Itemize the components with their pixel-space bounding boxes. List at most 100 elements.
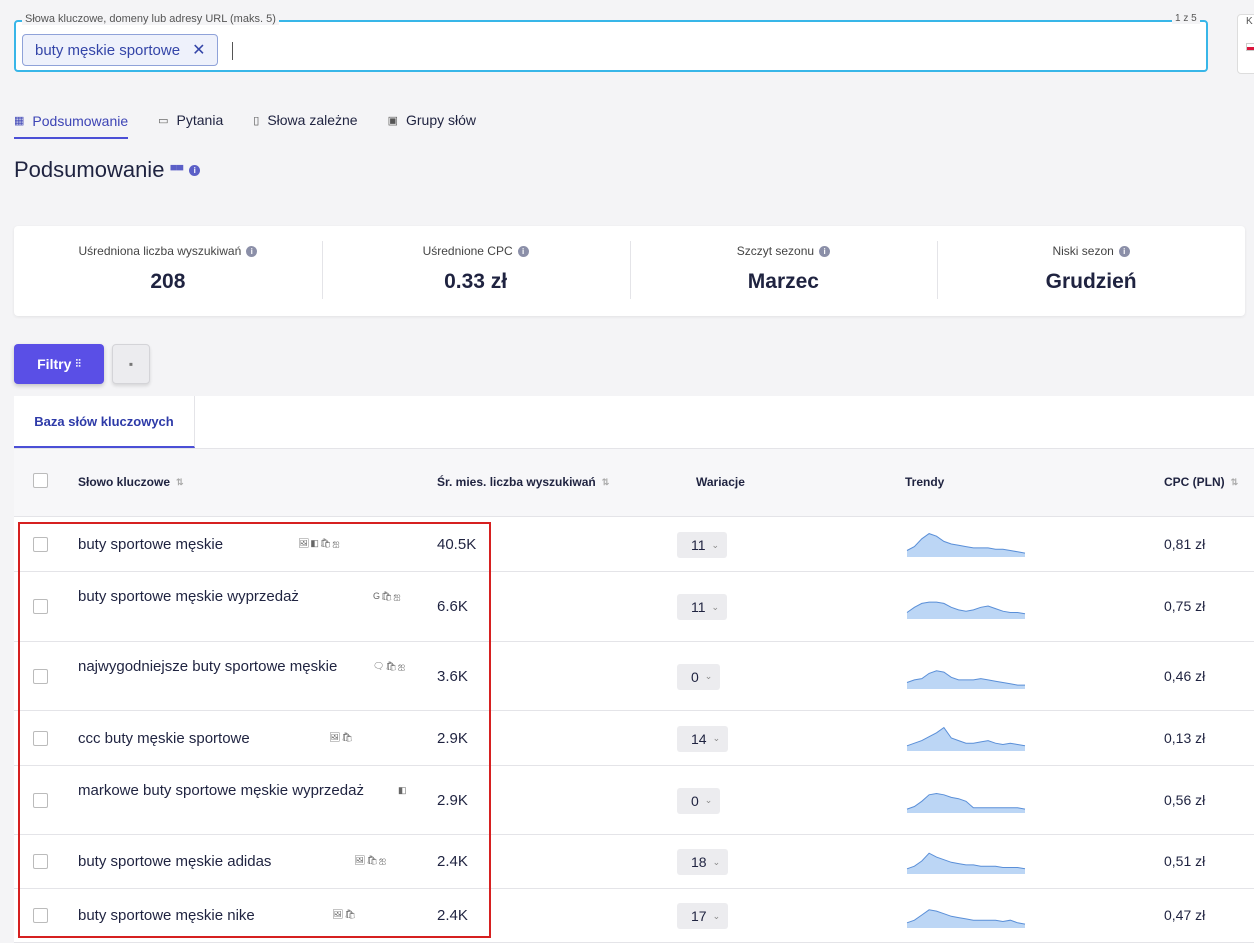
column-keyword[interactable]: Słowo kluczowe ⇅ xyxy=(78,475,184,489)
table-row[interactable]: buty sportowe męskie adidas 🖼🛍ஐ 2.4K 18 ⌄ 0,5… xyxy=(14,835,1254,889)
table-row[interactable]: buty sportowe męskie wyprzedaż G🛍ஐ 6.6K 11 ⌄… xyxy=(14,572,1254,642)
country-selector[interactable]: K xyxy=(1237,14,1254,74)
text-caret xyxy=(232,42,233,60)
close-icon[interactable]: ✕ xyxy=(192,40,205,60)
column-cpc[interactable]: CPC (PLN) ⇅ xyxy=(1164,475,1238,489)
stat-value: Grudzień xyxy=(1045,270,1137,293)
keyword-text[interactable]: najwygodniejsze buty sportowe męskie xyxy=(78,657,367,677)
group-icon: ▣ xyxy=(387,114,398,127)
video-icon[interactable]: ▀▀ xyxy=(170,165,183,175)
info-icon[interactable]: i xyxy=(517,245,529,257)
variations-count: 14 xyxy=(691,730,707,747)
table-row[interactable]: buty sportowe męskie nike 🖼🛍 2.4K 17 ⌄ 0,47 z… xyxy=(14,889,1254,943)
tab-questions[interactable]: ▭ Pytania xyxy=(158,104,223,136)
row-checkbox[interactable] xyxy=(33,792,48,808)
filters-button[interactable]: Filtry ⫶⫶ xyxy=(14,344,104,384)
keyword-text[interactable]: ccc buty męskie sportowe xyxy=(78,729,323,749)
serp-feature-icons: 🖼🛍 xyxy=(332,909,357,919)
stat-label: Uśredniona liczba wyszukiwań xyxy=(78,244,242,258)
search-area: Słowa kluczowe, domeny lub adresy URL (m… xyxy=(0,0,1254,92)
variations-dropdown[interactable]: 0 ⌄ xyxy=(677,787,721,814)
chevron-down-icon: ⌄ xyxy=(704,795,713,805)
serp-feature-icons: 🖼◧🛍ஐ xyxy=(298,538,341,548)
keyword-text[interactable]: buty sportowe męskie xyxy=(78,535,292,555)
search-count: 1 z 5 xyxy=(1172,13,1200,24)
tab-word-groups[interactable]: ▣ Grupy słów xyxy=(388,104,476,136)
variations-dropdown[interactable]: 11 ⌄ xyxy=(677,532,728,558)
variations-dropdown[interactable]: 18 ⌄ xyxy=(677,849,729,875)
table-row[interactable]: buty sportowe męskie 🖼◧🛍ஐ 40.5K 11 ⌄ 0,81 zł xyxy=(14,518,1254,572)
dashboard-icon: ▦ xyxy=(14,115,25,127)
search-volume: 2.4K xyxy=(437,907,468,924)
table-row[interactable]: ccc buty męskie sportowe 🖼🛍 2.9K 14 ⌄ 0,13 zł xyxy=(14,711,1254,766)
table-row[interactable]: najwygodniejsze buty sportowe męskie 🗨🛍ஐ 3… xyxy=(14,642,1254,711)
info-icon[interactable]: i xyxy=(189,164,201,176)
poland-flag-icon xyxy=(1246,43,1254,51)
tab-keyword-database[interactable]: Baza słów kluczowych xyxy=(14,396,195,448)
search-volume: 2.9K xyxy=(437,729,468,747)
column-label: Wariacje xyxy=(696,475,745,489)
table-header: Słowo kluczowe ⇅ Śr. mies. liczba wyszuk… xyxy=(14,449,1254,517)
tab-label: Słowa zależne xyxy=(267,112,358,128)
variations-dropdown[interactable]: 11 ⌄ xyxy=(677,594,728,620)
chevron-down-icon: ⌄ xyxy=(711,539,720,550)
row-checkbox[interactable] xyxy=(33,854,48,869)
cpc-value: 0,81 zł xyxy=(1164,536,1206,552)
row-checkbox[interactable] xyxy=(33,537,48,552)
column-label: Trendy xyxy=(905,475,945,489)
table-row[interactable]: markowe buty sportowe męskie wyprzedaż ◧ 2… xyxy=(14,766,1254,835)
keyword-text[interactable]: markowe buty sportowe męskie wyprzedaż xyxy=(78,781,392,801)
stat-label: Niski sezon xyxy=(1052,244,1114,258)
keyword-text[interactable]: buty sportowe męskie wyprzedaż xyxy=(78,587,367,607)
sort-icon[interactable]: ⇅ xyxy=(602,477,610,488)
sort-icon[interactable]: ⇅ xyxy=(176,477,184,488)
info-icon[interactable]: i xyxy=(819,245,831,257)
stat-value: 0.33 zł xyxy=(444,270,508,293)
stat-avg-cpc: Uśrednione CPC i 0.33 zł xyxy=(321,226,630,316)
select-all-checkbox[interactable] xyxy=(33,473,48,488)
variations-count: 17 xyxy=(691,908,707,924)
row-checkbox[interactable] xyxy=(33,668,48,684)
variations-count: 0 xyxy=(691,668,699,685)
search-volume: 2.9K xyxy=(437,791,468,809)
search-volume: 3.6K xyxy=(437,667,468,685)
stat-low-season: Niski sezon i Grudzień xyxy=(937,226,1245,316)
row-checkbox[interactable] xyxy=(33,599,48,614)
column-label: Śr. mies. liczba wyszukiwań xyxy=(437,475,596,489)
cpc-value: 0,51 zł xyxy=(1164,853,1206,869)
column-volume[interactable]: Śr. mies. liczba wyszukiwań ⇅ xyxy=(437,475,609,489)
sort-icon[interactable]: ⇅ xyxy=(1231,477,1239,488)
tab-label: Pytania xyxy=(176,112,224,128)
tab-related-words[interactable]: ▯ Słowa zależne xyxy=(253,104,357,136)
variations-dropdown[interactable]: 0 ⌄ xyxy=(677,663,721,690)
tab-label: Grupy słów xyxy=(406,112,477,128)
keyword-chip[interactable]: buty męskie sportowe ✕ xyxy=(22,34,219,66)
cpc-value: 0,56 zł xyxy=(1164,791,1206,808)
country-selector-label: K xyxy=(1246,16,1253,27)
search-volume: 6.6K xyxy=(437,598,468,615)
stat-value: 208 xyxy=(150,270,186,293)
stat-peak-season: Szczyt sezonu i Marzec xyxy=(629,226,938,316)
row-checkbox[interactable] xyxy=(33,730,48,746)
summary-stats: Uśredniona liczba wyszukiwań i 208 Uśredn… xyxy=(14,226,1245,316)
trend-sparkline xyxy=(906,852,1026,874)
serp-feature-icons: ◧ xyxy=(398,784,408,795)
save-button[interactable]: ▪ xyxy=(112,344,150,384)
variations-count: 0 xyxy=(691,792,699,809)
tab-summary[interactable]: ▦ Podsumowanie xyxy=(14,104,129,139)
keyword-text[interactable]: buty sportowe męskie adidas xyxy=(78,852,348,872)
variations-dropdown[interactable]: 14 ⌄ xyxy=(677,725,729,752)
info-icon[interactable]: i xyxy=(246,245,258,257)
keyword-chip-label: buty męskie sportowe xyxy=(35,41,181,59)
chevron-down-icon: ⌄ xyxy=(704,671,713,681)
chevron-down-icon: ⌄ xyxy=(712,733,721,743)
document-icon: ▯ xyxy=(253,114,260,127)
info-icon[interactable]: i xyxy=(1118,245,1130,257)
page-title-text: Podsumowanie xyxy=(14,157,165,182)
row-checkbox[interactable] xyxy=(33,908,48,923)
trend-area xyxy=(907,853,1025,874)
page-title: Podsumowanie ▀▀ i xyxy=(14,157,201,183)
keyword-text[interactable]: buty sportowe męskie nike xyxy=(78,906,326,926)
stat-label: Szczyt sezonu xyxy=(736,244,815,258)
variations-dropdown[interactable]: 17 ⌄ xyxy=(677,903,729,929)
